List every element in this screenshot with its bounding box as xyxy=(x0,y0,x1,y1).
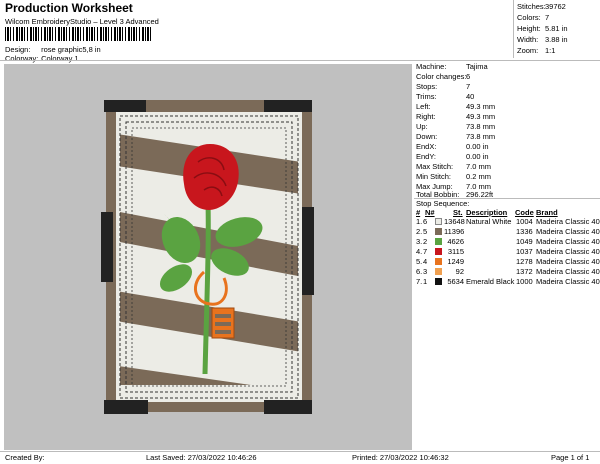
detail-max-stitch: Max Stitch: 7.0 mm xyxy=(416,162,492,171)
color-swatch xyxy=(435,268,442,275)
color-swatch xyxy=(435,248,442,255)
color-swatch xyxy=(435,228,442,235)
footer-created-by: Created By: xyxy=(5,453,45,462)
table-row: 2. 5 11396 1336 Madeira Classic 40 xyxy=(416,227,600,236)
colorway-value: Colorway 1 xyxy=(41,54,79,63)
page-title: Production Worksheet xyxy=(5,1,133,15)
summary-height: Height: 5.81 in xyxy=(517,24,568,33)
summary-stitches: Stitches:39762 xyxy=(517,2,566,11)
software-name: Wilcom EmbroideryStudio – Level 3 Advanc… xyxy=(5,17,159,26)
table-row: 7. 1 5634 Emerald Black 1000 Madeira Class… xyxy=(416,277,600,286)
stop-sequence-heading: Stop Sequence: xyxy=(416,199,470,208)
col-stitches: St. xyxy=(453,208,463,217)
detail-down: Down: 73.8 mm xyxy=(416,132,496,141)
detail-stops: Stops: 7 xyxy=(416,82,471,91)
table-row: 1. 6 13648 Natural White 1004 Madeira Clas… xyxy=(416,217,600,226)
embroidery-artwork xyxy=(101,100,314,414)
detail-left: Left: 49.3 mm xyxy=(416,102,496,111)
table-row: 5. 4 1249 1278 Madeira Classic 40 xyxy=(416,257,600,266)
color-swatch xyxy=(435,238,442,245)
summary-width: Width: 3.88 in xyxy=(517,35,568,44)
table-row: 4. 7 3115 1037 Madeira Classic 40 xyxy=(416,247,600,256)
footer-last-saved: Last Saved: 27/03/2022 10:46:26 xyxy=(146,453,257,462)
design-row: Design: rose graphic5,8 in xyxy=(5,45,101,54)
design-label: Design: xyxy=(5,45,31,54)
color-swatch xyxy=(435,278,442,285)
detail-machine: Machine: Tajima xyxy=(416,62,488,71)
detail-color-changes: Color changes:6 xyxy=(416,72,471,81)
col-code: Code xyxy=(515,208,534,217)
color-swatch xyxy=(435,258,442,265)
colorway-row: Colorway: Colorway 1 xyxy=(5,54,79,63)
table-row: 6. 3 92 1372 Madeira Classic 40 xyxy=(416,267,600,276)
col-brand: Brand xyxy=(536,208,558,217)
design-preview xyxy=(4,64,412,450)
detail-endy: EndY: 0.00 in xyxy=(416,152,489,161)
summary-zoom: Zoom: 1:1 xyxy=(517,46,556,55)
detail-endx: EndX: 0.00 in xyxy=(416,142,489,151)
footer-page-number: Page 1 of 1 xyxy=(551,453,590,462)
col-number: # xyxy=(416,208,421,217)
table-row: 3. 2 4626 1049 Madeira Classic 40 xyxy=(416,237,600,246)
footer-divider xyxy=(0,451,600,452)
col-needle: N# xyxy=(425,208,435,217)
colorway-label: Colorway: xyxy=(5,54,39,63)
barcode xyxy=(5,27,152,41)
col-description: Description xyxy=(466,208,508,217)
detail-trims: Trims: 40 xyxy=(416,92,475,101)
summary-box: Stitches:39762 Colors: 7 Height: 5.81 in W… xyxy=(513,0,600,58)
detail-right: Right: 49.3 mm xyxy=(416,112,496,121)
header-divider xyxy=(0,60,600,61)
detail-min-stitch: Min Stitch: 0.2 mm xyxy=(416,172,492,181)
design-value: rose graphic5,8 in xyxy=(41,45,101,54)
color-swatch xyxy=(435,218,442,225)
detail-up: Up: 73.8 mm xyxy=(416,122,496,131)
summary-colors: Colors: 7 xyxy=(517,13,550,22)
footer-printed: Printed: 27/03/2022 10:46:32 xyxy=(352,453,449,462)
